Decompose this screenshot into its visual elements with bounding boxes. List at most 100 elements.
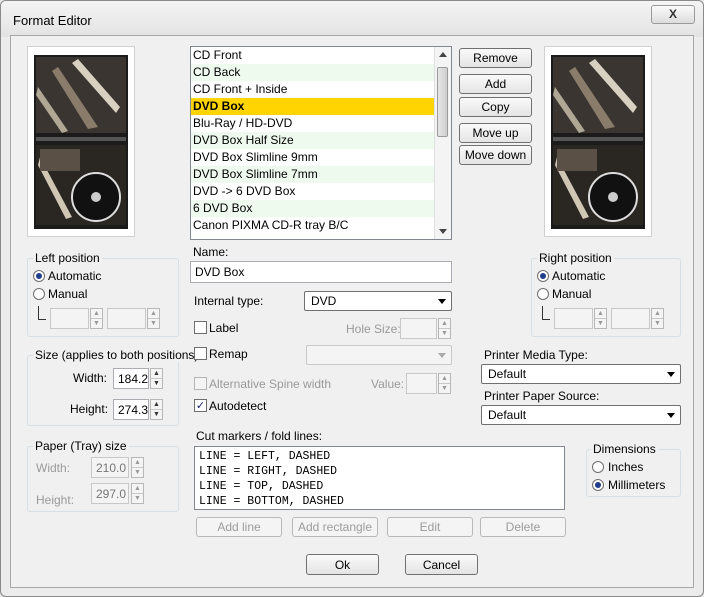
- internal-type-select[interactable]: DVD: [304, 291, 452, 311]
- delete-button[interactable]: Delete: [480, 517, 566, 537]
- format-list-item[interactable]: CD Back: [191, 64, 451, 81]
- paper-width-label: Width:: [36, 461, 71, 475]
- internal-type-value: DVD: [311, 294, 337, 308]
- remap-label: Remap: [209, 347, 248, 361]
- add-rectangle-button[interactable]: Add rectangle: [292, 517, 378, 537]
- format-list-item[interactable]: DVD Box Slimline 9mm: [191, 149, 451, 166]
- label-checkbox-label: Label: [209, 321, 239, 335]
- add-button[interactable]: Add: [459, 74, 532, 94]
- right-manual-radio[interactable]: [537, 288, 549, 300]
- remap-select[interactable]: [306, 345, 452, 365]
- value-spinner[interactable]: ▲ ▼: [438, 373, 451, 394]
- right-position-legend: Right position: [537, 251, 614, 265]
- size-width-spinner[interactable]: ▲ ▼: [150, 368, 163, 389]
- format-list-item[interactable]: Canon PIXMA CD-R tray B/C: [191, 217, 451, 234]
- left-automatic-label: Automatic: [48, 269, 102, 283]
- format-list-item[interactable]: CD Front + Inside: [191, 81, 451, 98]
- cut-markers-label: Cut markers / fold lines:: [196, 429, 323, 443]
- value-label: Value:: [371, 377, 405, 391]
- chevron-down-icon: [667, 413, 675, 418]
- cut-marker-line: LINE = LEFT, DASHED: [199, 450, 331, 463]
- remove-button[interactable]: Remove: [459, 48, 532, 68]
- cut-marker-line: LINE = TOP, DASHED: [199, 480, 324, 493]
- dvd-cover-image-left: [28, 47, 134, 236]
- chevron-down-icon: [438, 353, 446, 358]
- size-width-input[interactable]: 184.2: [113, 368, 149, 389]
- left-manual-y-input[interactable]: [107, 308, 146, 329]
- millimeters-label: Millimeters: [608, 478, 666, 492]
- paper-height-label: Height:: [36, 493, 75, 507]
- move-down-button[interactable]: Move down: [459, 145, 532, 165]
- size-height-input[interactable]: 274.3: [113, 399, 149, 420]
- autodetect-checkbox[interactable]: ✓: [194, 399, 207, 412]
- dvd-cover-image-right: [545, 47, 651, 236]
- autodetect-label: Autodetect: [209, 399, 267, 413]
- edit-button[interactable]: Edit: [387, 517, 473, 537]
- right-automatic-radio[interactable]: [537, 270, 549, 282]
- left-manual-x-spinner[interactable]: ▲ ▼: [90, 308, 103, 329]
- printer-source-label: Printer Paper Source:: [484, 389, 600, 403]
- paper-height-input[interactable]: 297.0: [91, 483, 129, 504]
- right-manual-bracket: [542, 306, 550, 320]
- scroll-up-arrow[interactable]: [439, 52, 447, 57]
- cancel-button[interactable]: Cancel: [405, 554, 478, 575]
- left-manual-radio[interactable]: [33, 288, 45, 300]
- format-list-item[interactable]: CD Front: [191, 47, 451, 64]
- cut-marker-line: LINE = RIGHT, DASHED: [199, 465, 338, 478]
- right-manual-x-input[interactable]: [554, 308, 593, 329]
- ok-button[interactable]: Ok: [306, 554, 379, 575]
- chevron-down-icon: [667, 372, 675, 377]
- left-automatic-radio[interactable]: [33, 270, 45, 282]
- format-list-item[interactable]: Blu-Ray / HD-DVD: [191, 115, 451, 132]
- dimensions-legend: Dimensions: [591, 442, 658, 456]
- remap-checkbox[interactable]: [194, 347, 207, 360]
- right-manual-y-input[interactable]: [611, 308, 650, 329]
- format-list-items: CD Front CD Back CD Front + Inside DVD Box B…: [191, 47, 451, 234]
- format-list-item[interactable]: DVD -> 6 DVD Box: [191, 183, 451, 200]
- format-list-scrollbar[interactable]: [434, 47, 451, 239]
- title-bar: [1, 1, 703, 37]
- printer-source-select[interactable]: Default: [481, 405, 681, 425]
- printer-media-select[interactable]: Default: [481, 364, 681, 384]
- printer-media-label: Printer Media Type:: [484, 348, 588, 362]
- format-list-item[interactable]: 6 DVD Box: [191, 200, 451, 217]
- value-input[interactable]: [406, 373, 437, 394]
- format-list-item[interactable]: DVD Box Slimline 7mm: [191, 166, 451, 183]
- hole-size-spinner[interactable]: ▲ ▼: [438, 318, 451, 339]
- size-height-spinner[interactable]: ▲ ▼: [150, 399, 163, 420]
- inches-radio[interactable]: [592, 461, 604, 473]
- window-title: Format Editor: [13, 13, 92, 28]
- left-manual-label: Manual: [48, 287, 88, 301]
- alt-spine-checkbox[interactable]: [194, 377, 207, 390]
- internal-type-label: Internal type:: [194, 294, 264, 308]
- move-up-button[interactable]: Move up: [459, 123, 532, 143]
- left-position-legend: Left position: [33, 251, 102, 265]
- paper-size-legend: Paper (Tray) size: [33, 439, 129, 453]
- inches-label: Inches: [608, 460, 644, 474]
- cut-markers-textarea[interactable]: LINE = LEFT, DASHED LINE = RIGHT, DASHED…: [194, 446, 565, 510]
- size-width-label: Width:: [73, 371, 108, 385]
- right-manual-label: Manual: [552, 287, 592, 301]
- left-manual-bracket: [38, 306, 46, 320]
- close-button[interactable]: X: [651, 5, 695, 24]
- alt-spine-label: Alternative Spine width: [209, 377, 332, 391]
- name-input[interactable]: DVD Box: [190, 261, 452, 283]
- add-line-button[interactable]: Add line: [196, 517, 282, 537]
- format-list[interactable]: CD Front CD Back CD Front + Inside DVD Box B…: [190, 46, 452, 240]
- right-manual-x-spinner[interactable]: ▲ ▼: [594, 308, 607, 329]
- copy-button[interactable]: Copy: [459, 97, 532, 117]
- scroll-thumb[interactable]: [437, 67, 448, 137]
- hole-size-input[interactable]: [400, 318, 437, 339]
- scroll-down-arrow[interactable]: [439, 229, 447, 234]
- millimeters-radio[interactable]: [592, 479, 604, 491]
- paper-height-spinner[interactable]: ▲ ▼: [131, 483, 144, 504]
- label-checkbox[interactable]: [194, 321, 207, 334]
- format-list-item[interactable]: DVD Box: [191, 98, 451, 115]
- left-manual-y-spinner[interactable]: ▲ ▼: [147, 308, 160, 329]
- paper-width-spinner[interactable]: ▲ ▼: [131, 457, 144, 478]
- paper-width-input[interactable]: 210.0: [91, 457, 129, 478]
- left-manual-x-input[interactable]: [50, 308, 89, 329]
- printer-source-value: Default: [488, 408, 527, 422]
- right-manual-y-spinner[interactable]: ▲ ▼: [651, 308, 664, 329]
- format-list-item[interactable]: DVD Box Half Size: [191, 132, 451, 149]
